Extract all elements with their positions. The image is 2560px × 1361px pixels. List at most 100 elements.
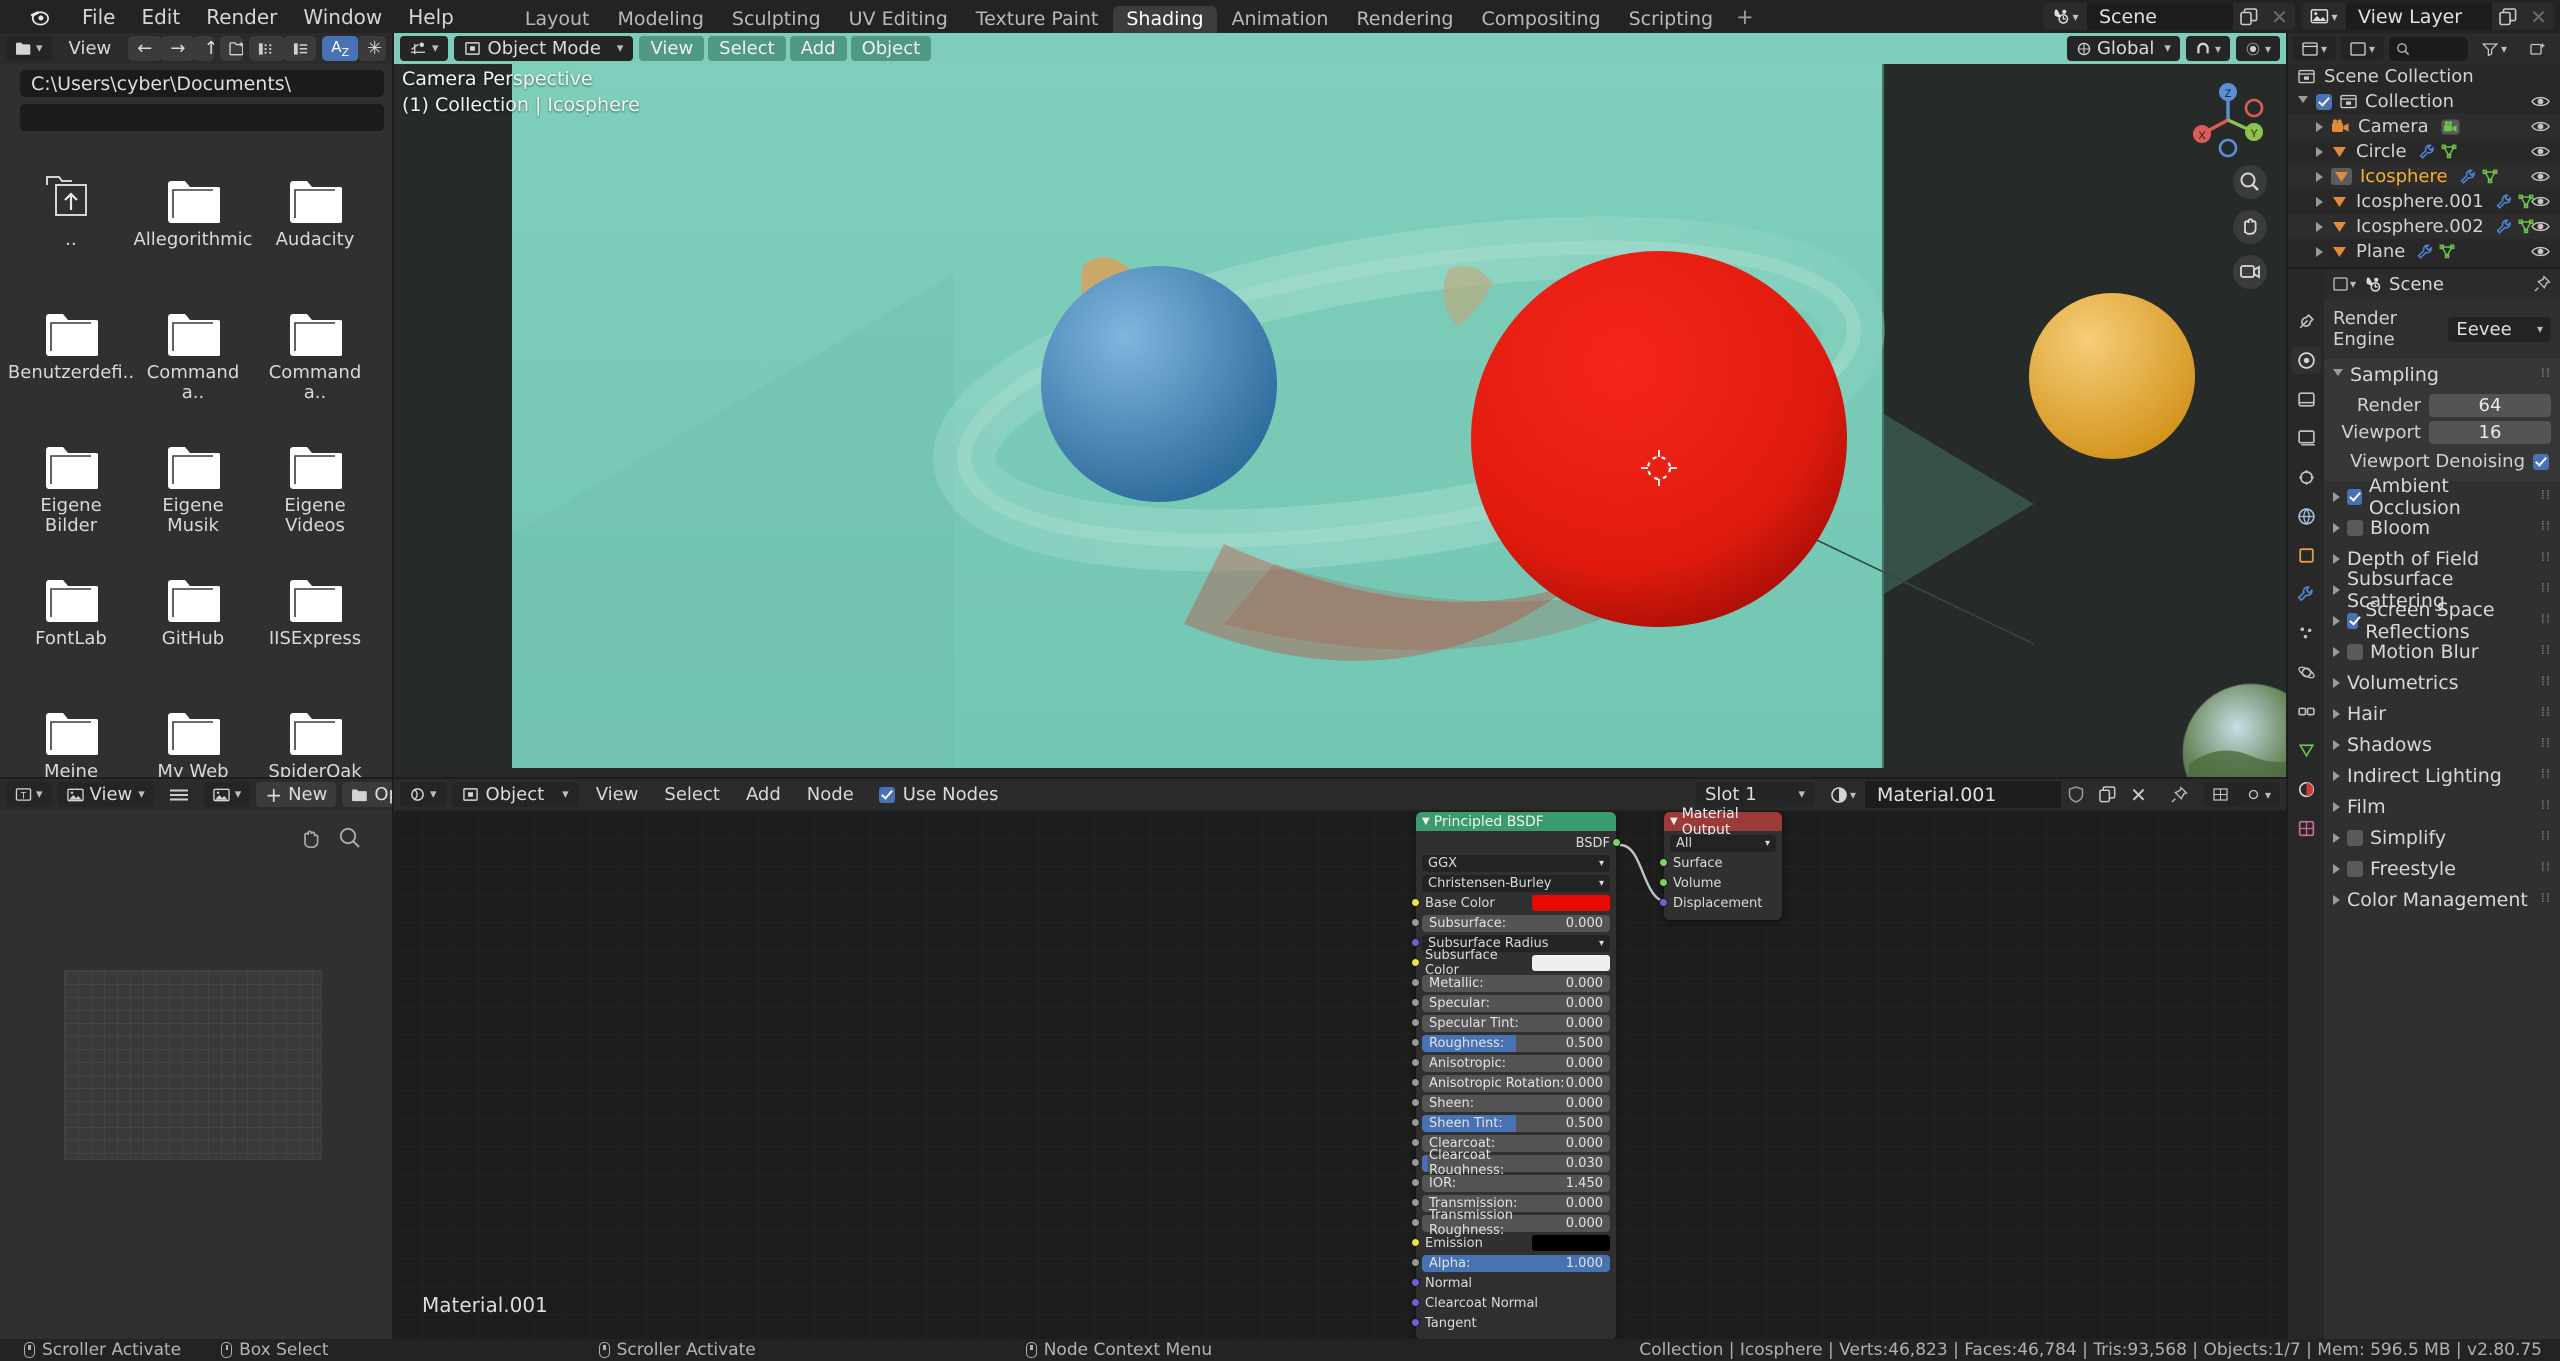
color-swatch[interactable]: [1532, 895, 1610, 911]
socket-gray[interactable]: [1411, 1118, 1420, 1127]
socket-gray[interactable]: [1411, 1078, 1420, 1087]
scene-icon[interactable]: ▾: [2043, 3, 2087, 30]
socket-gray[interactable]: [1411, 1258, 1420, 1267]
navigation-gizmo[interactable]: Z Y X: [2180, 72, 2276, 168]
chevron-right-icon[interactable]: [2333, 553, 2340, 564]
file-item[interactable]: Audacity: [260, 149, 370, 274]
properties-editor-type-icon[interactable]: ▾: [2333, 277, 2356, 291]
outliner-item-data-icons[interactable]: [2417, 244, 2455, 259]
file-item[interactable]: Eigene Musik: [138, 415, 248, 540]
file-name-input[interactable]: [20, 104, 384, 131]
file-item[interactable]: GitHub: [138, 548, 248, 673]
mesh-data-icon[interactable]: [2441, 144, 2457, 159]
view-layer-icon[interactable]: ▾: [2302, 3, 2346, 30]
color-swatch[interactable]: [1532, 1235, 1610, 1251]
properties-tab-output[interactable]: [2291, 385, 2321, 413]
material-slot-selector[interactable]: Slot 1 ▾: [1695, 782, 1814, 807]
chevron-right-icon[interactable]: [2333, 832, 2340, 843]
chevron-right-icon[interactable]: [2333, 739, 2340, 750]
node-output-bsdf[interactable]: BSDF: [1422, 834, 1621, 852]
node-row-anisotropic-rotation[interactable]: Anisotropic Rotation: 0.000: [1411, 1074, 1610, 1092]
outliner-rows[interactable]: Collection Camera Circle Icosphere Icosphere…: [2288, 89, 2560, 264]
node-row-anisotropic[interactable]: Anisotropic: 0.000: [1411, 1054, 1610, 1072]
outliner-filter-icon[interactable]: ▾: [2473, 36, 2516, 61]
workspace-tab-uv-editing[interactable]: UV Editing: [836, 6, 961, 33]
panel-enable-checkbox[interactable]: [2347, 860, 2363, 877]
scene-delete-button[interactable]: ✕: [2264, 3, 2295, 30]
panel-drag-dots[interactable]: ⁞⁞: [2541, 675, 2551, 689]
shader-menu-view[interactable]: View: [585, 782, 650, 807]
node-snap-mode-icon[interactable]: ▾: [2236, 782, 2280, 807]
file-item[interactable]: My Web Sites: [138, 681, 248, 777]
workspace-tab-sculpting[interactable]: Sculpting: [719, 6, 834, 33]
wrench-icon[interactable]: [2460, 169, 2476, 184]
node-body-principled-bsdf[interactable]: BSDF GGX ▾ Christensen-Burley ▾ Base Color…: [1411, 831, 1621, 1339]
nav-forward-button[interactable]: →: [161, 36, 195, 61]
chevron-right-icon[interactable]: [2316, 146, 2323, 157]
top-menu-render[interactable]: Render: [194, 1, 289, 33]
workspace-tab-scripting[interactable]: Scripting: [1616, 6, 1727, 33]
visibility-eye-icon[interactable]: [2531, 220, 2550, 233]
node-body-material-output[interactable]: All ▾ Surface Volume Displacement: [1659, 831, 1782, 920]
pin-node-tree-icon[interactable]: [2161, 782, 2197, 807]
viewport-menu-add[interactable]: Add: [789, 36, 847, 61]
use-nodes-checkbox[interactable]: [878, 786, 895, 803]
node-row-subsurface[interactable]: Subsurface: 0.000: [1411, 914, 1610, 932]
file-view-menu[interactable]: View: [58, 36, 123, 61]
socket-green[interactable]: [1659, 878, 1668, 887]
material-unlink-button[interactable]: ✕: [2122, 781, 2154, 808]
outliner-item-data-icons[interactable]: [2441, 119, 2460, 135]
socket-gray[interactable]: [1411, 1038, 1420, 1047]
workspace-tab-shading[interactable]: Shading: [1113, 6, 1217, 33]
properties-tab-particles[interactable]: [2291, 619, 2321, 647]
top-menu-file[interactable]: File: [70, 1, 127, 33]
chevron-right-icon[interactable]: [2333, 615, 2340, 626]
panel-enable-checkbox[interactable]: [2347, 519, 2363, 536]
subsurface-method-dropdown[interactable]: Christensen-Burley ▾: [1422, 874, 1610, 892]
node-header-material-output[interactable]: ▼ Material Output: [1664, 806, 1782, 838]
node-value-slider[interactable]: Transmission Roughness: 0.000: [1422, 1208, 1610, 1238]
panel-drag-dots[interactable]: ⁞⁞: [2541, 489, 2551, 503]
chevron-right-icon[interactable]: [2316, 246, 2323, 257]
outliner-display-mode[interactable]: ▾: [2341, 36, 2385, 61]
socket-gray[interactable]: [1411, 1018, 1420, 1027]
node-row-emission[interactable]: Emission: [1411, 1234, 1610, 1252]
node-value-slider[interactable]: Roughness: 0.500: [1422, 1034, 1610, 1052]
display-mode-buttons[interactable]: [248, 36, 317, 61]
workspace-tab-compositing[interactable]: Compositing: [1468, 6, 1613, 33]
material-datablock[interactable]: ▾ Material.001 ✕: [1820, 781, 2154, 808]
properties-tab-scene-tab[interactable]: [2291, 463, 2321, 491]
visibility-eye-icon[interactable]: [2531, 195, 2550, 208]
socket-blue[interactable]: [1411, 1278, 1420, 1287]
panel-drag-dots[interactable]: ⁞⁞: [2541, 799, 2551, 813]
node-canvas[interactable]: ▼ Principled BSDF BSDF GGX ▾ Christensen-…: [394, 806, 2286, 1339]
panel-drag-dots[interactable]: ⁞⁞: [2541, 367, 2551, 381]
properties-tab-texture[interactable]: [2291, 814, 2321, 842]
outliner-row-collection[interactable]: Collection: [2288, 89, 2560, 114]
open-image-button[interactable]: Open: [342, 782, 392, 807]
socket-yellow[interactable]: [1411, 1238, 1420, 1247]
color-swatch[interactable]: [1532, 955, 1610, 971]
workspace-tab-texture-paint[interactable]: Texture Paint: [963, 6, 1112, 33]
chevron-right-icon[interactable]: [2316, 121, 2323, 132]
socket-gray[interactable]: [1411, 978, 1420, 987]
node-input-surface[interactable]: Surface: [1659, 854, 1776, 872]
file-item[interactable]: SpiderOak Hi..: [260, 681, 370, 777]
chevron-right-icon[interactable]: [2333, 863, 2340, 874]
workspace-tab-modeling[interactable]: Modeling: [604, 6, 716, 33]
chevron-right-icon[interactable]: [2333, 770, 2340, 781]
node-snap-icon[interactable]: [2203, 782, 2237, 807]
file-item[interactable]: FontLab: [16, 548, 126, 673]
sampling-panel-header[interactable]: Sampling ⁞⁞: [2324, 359, 2560, 390]
properties-tab-physics[interactable]: [2291, 658, 2321, 686]
proportional-edit-icon[interactable]: ▾: [2235, 36, 2280, 61]
properties-tab-world[interactable]: [2291, 502, 2321, 530]
material-duplicate-button[interactable]: [2091, 781, 2123, 808]
properties-tab-render[interactable]: [2291, 346, 2321, 374]
node-row-metallic[interactable]: Metallic: 0.000: [1411, 974, 1610, 992]
properties-panel-film[interactable]: Film ⁞⁞: [2324, 791, 2560, 822]
node-row-alpha[interactable]: Alpha: 1.000: [1411, 1254, 1610, 1272]
transform-orientation-selector[interactable]: Global ▾: [2066, 36, 2180, 61]
outliner-row-circle[interactable]: Circle: [2288, 139, 2560, 164]
socket-green[interactable]: [1659, 858, 1668, 867]
